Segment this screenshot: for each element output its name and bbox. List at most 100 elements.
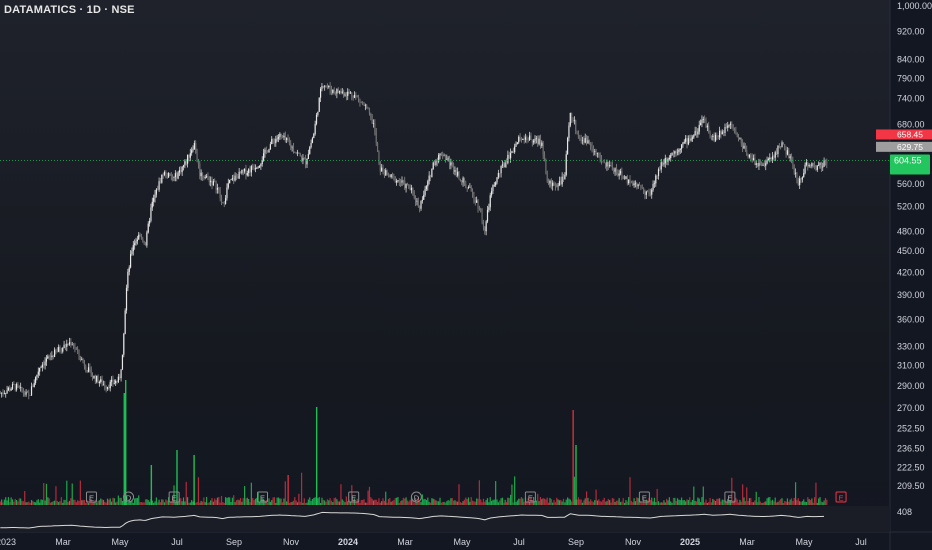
- candle-body: [774, 152, 776, 158]
- candle-body: [629, 179, 631, 183]
- volume-bar: [405, 497, 407, 505]
- volume-bar: [659, 502, 661, 505]
- candle-body: [77, 349, 79, 351]
- candle-body: [410, 187, 413, 190]
- candle-body: [553, 182, 555, 184]
- volume-bar: [212, 501, 214, 505]
- candle-body: [820, 163, 822, 168]
- volume-bar: [386, 502, 388, 505]
- candle-body: [647, 191, 649, 193]
- candle-body: [248, 169, 250, 173]
- volume-bar: [343, 500, 345, 505]
- volume-bar: [44, 500, 46, 505]
- candle-body: [683, 141, 685, 143]
- candle-body: [212, 181, 214, 186]
- volume-bar: [82, 499, 84, 505]
- candle-body: [303, 158, 305, 160]
- volume-bar: [432, 498, 434, 505]
- candle-body: [70, 342, 72, 345]
- volume-bar: [227, 497, 229, 505]
- candle-body: [546, 173, 548, 182]
- candle-body: [44, 361, 46, 366]
- volume-bar: [237, 499, 239, 505]
- candle-body: [676, 151, 679, 153]
- volume-spike: [123, 393, 125, 505]
- volume-bar: [370, 497, 372, 505]
- candle-body: [56, 350, 58, 352]
- volume-bar: [452, 500, 455, 505]
- candle-body: [242, 170, 244, 172]
- volume-bar: [443, 501, 445, 505]
- volume-bar: [713, 499, 715, 505]
- volume-bar: [486, 498, 489, 505]
- candle-body: [363, 103, 365, 106]
- volume-bar: [792, 501, 794, 505]
- candle-body: [127, 271, 129, 288]
- candle-body: [110, 379, 113, 382]
- candle-body: [347, 91, 349, 96]
- candle-body: [746, 150, 748, 156]
- volume-bar: [466, 498, 468, 505]
- price-chart[interactable]: 408 1,000.00 920.00 840.00 790.00 740.00 680.…: [0, 0, 932, 550]
- volume-bar: [87, 502, 90, 505]
- candle-body: [816, 165, 818, 170]
- volume-bar: [290, 502, 292, 505]
- candle-body: [414, 198, 417, 202]
- volume-bar: [701, 497, 703, 505]
- volume-bar: [621, 501, 623, 505]
- volume-bar: [210, 500, 212, 505]
- volume-bar: [408, 501, 410, 505]
- volume-bar: [500, 498, 502, 505]
- candle-body: [153, 197, 155, 202]
- volume-bar: [252, 498, 254, 505]
- candle-body: [701, 119, 703, 123]
- volume-bar: [649, 500, 651, 505]
- candle-body: [637, 184, 639, 187]
- candle-body: [314, 123, 316, 135]
- candle-body: [343, 91, 345, 96]
- candle-body: [257, 167, 259, 169]
- candle-body: [455, 170, 457, 176]
- candle-body: [577, 132, 580, 139]
- volume-bar: [750, 498, 752, 505]
- volume-bar: [34, 502, 37, 505]
- candle-body: [381, 167, 383, 172]
- candle-body: [614, 168, 616, 172]
- candle-body: [143, 241, 145, 245]
- volume-bar: [463, 499, 466, 505]
- candle-body: [72, 344, 75, 347]
- price-tick-label: 390.00: [897, 290, 925, 300]
- volume-bar: [496, 499, 498, 505]
- volume-bar: [740, 501, 742, 505]
- candle-body: [210, 180, 212, 183]
- candle-body: [697, 131, 699, 135]
- volume-bar: [676, 498, 679, 505]
- candle-body: [531, 139, 533, 143]
- candle-body: [151, 201, 153, 208]
- candle-body: [580, 138, 582, 141]
- candle-body: [744, 145, 746, 151]
- volume-bar: [732, 500, 734, 505]
- volume-bar: [309, 497, 311, 505]
- candle-body: [177, 172, 179, 179]
- volume-bar: [291, 501, 293, 505]
- volume-bar: [613, 498, 615, 505]
- volume-bar: [205, 496, 208, 505]
- candle-body: [747, 155, 749, 158]
- volume-bar: [5, 497, 7, 505]
- candle-body: [682, 142, 684, 145]
- candle-body: [508, 154, 510, 159]
- volume-bar: [751, 502, 753, 505]
- volume-bar: [587, 497, 589, 505]
- volume-bar: [421, 494, 423, 505]
- price-tick-label: 680.00: [897, 119, 925, 129]
- candle-body: [300, 156, 303, 161]
- volume-bar: [428, 501, 430, 505]
- candle-body: [43, 364, 45, 366]
- event-marker-label: E: [528, 494, 533, 503]
- badge-tag: [876, 129, 890, 140]
- candle-body: [716, 134, 718, 136]
- volume-bar: [71, 483, 73, 505]
- candle-body: [125, 287, 128, 311]
- candle-body: [758, 162, 760, 167]
